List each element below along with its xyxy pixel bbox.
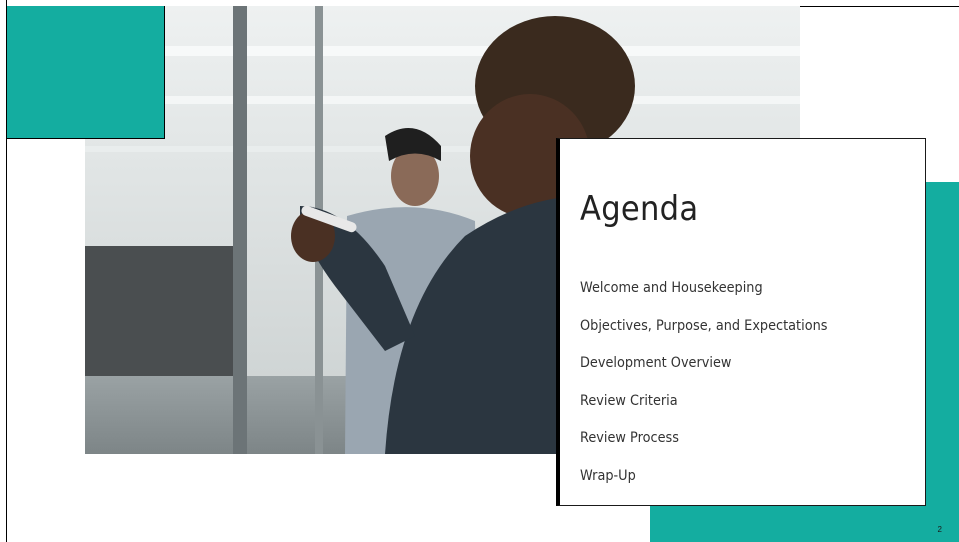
agenda-item-welcome: Welcome and Housekeeping bbox=[580, 280, 763, 296]
agenda-card: Agenda Welcome and Housekeeping Objectiv… bbox=[556, 138, 926, 506]
agenda-title: Agenda bbox=[580, 189, 699, 229]
agenda-item-objectives: Objectives, Purpose, and Expectations bbox=[580, 317, 828, 334]
agenda-item-review-process: Review Process bbox=[580, 430, 679, 446]
slide: Agenda Welcome and Housekeeping Objectiv… bbox=[0, 0, 959, 542]
agenda-item-development-overview: Development Overview bbox=[580, 355, 732, 371]
agenda-item-review-criteria: Review Criteria bbox=[580, 392, 678, 409]
accent-block-top-left bbox=[7, 6, 165, 139]
agenda-item-wrap-up: Wrap-Up bbox=[580, 467, 636, 484]
slide-border-top bbox=[800, 6, 959, 7]
agenda-list: Welcome and Housekeeping Objectives, Pur… bbox=[580, 279, 849, 504]
page-number: 2 bbox=[937, 525, 942, 534]
